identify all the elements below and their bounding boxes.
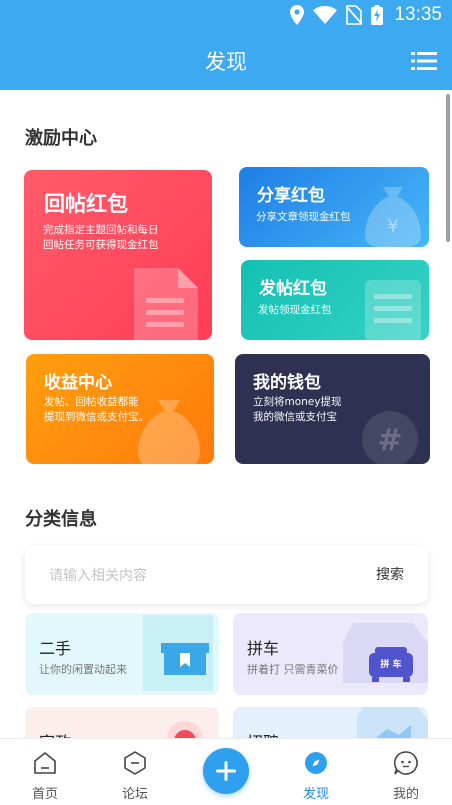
heart-icon (167, 721, 203, 738)
card-desc-line2: 回帖任务可获得现金红包 (43, 239, 159, 251)
carpool-badge: 拼 车 (380, 660, 402, 670)
nav-profile[interactable]: 我的 (361, 739, 451, 805)
card-title: 分享红包 (257, 186, 325, 206)
share-red-packet-card[interactable]: 分享红包 分享文章领现金红包 ¥ (239, 167, 429, 247)
svg-text:¥: ¥ (387, 216, 398, 237)
nav-forum[interactable]: 论坛 (90, 739, 180, 805)
category-title: 二手 (39, 639, 72, 658)
hashtag-bubble-icon: # (362, 411, 418, 464)
search-button[interactable]: 搜索 (376, 564, 404, 584)
app-bar: 发现 (0, 30, 452, 90)
card-title: 收益中心 (44, 373, 112, 393)
location-icon (290, 5, 305, 25)
card-desc-line1: 完成指定主题回帖和每日 (43, 224, 159, 236)
nav-home[interactable]: 首页 (0, 739, 90, 805)
nav-label: 首页 (31, 787, 58, 802)
category-title: 拼车 (247, 639, 280, 658)
box-icon (143, 615, 213, 691)
card-title: 发帖红包 (259, 279, 327, 299)
car-icon (343, 623, 428, 683)
document-icon (365, 280, 421, 340)
status-bar: 13:35 (0, 0, 452, 30)
nav-label: 论坛 (121, 787, 148, 802)
search-box: 搜索 (25, 546, 428, 604)
card-desc: 分享文章领现金红包 (256, 211, 351, 223)
category-second-hand[interactable]: 二手 让你的闲置动起来 (25, 613, 219, 695)
money-bag-yuan-icon: ¥ (365, 187, 421, 247)
nav-discover[interactable]: 发现 (271, 739, 361, 805)
card-desc: 发帖领现金红包 (258, 304, 332, 316)
money-bag-icon (138, 400, 200, 464)
wifi-icon (313, 6, 338, 24)
category-title: 招聘 (247, 729, 279, 738)
category-recruitment[interactable]: 招聘 (233, 707, 428, 738)
category-section-title: 分类信息 (25, 509, 97, 530)
income-center-card[interactable]: 收益中心 发帖、回帖收益都能 提现到微信或支付宝。 (26, 354, 214, 464)
briefcase-icon (357, 707, 428, 738)
category-carpool[interactable]: 拼车 拼着打 只需青菜价 拼 车 (233, 613, 428, 695)
page-title: 发现 (205, 50, 247, 74)
svg-text:#: # (377, 423, 402, 458)
forum-icon (124, 751, 146, 775)
nav-label: 我的 (392, 787, 419, 802)
status-time: 13:35 (394, 4, 442, 25)
status-icons: 13:35 (290, 4, 442, 26)
card-desc-line1: 立刻将money提现 (253, 396, 342, 408)
incentive-section-title: 激励中心 (25, 128, 97, 149)
post-red-packet-card[interactable]: 发帖红包 发帖领现金红包 (241, 260, 429, 340)
card-desc-line2: 我的微信或支付宝 (253, 411, 337, 423)
my-wallet-card[interactable]: 我的钱包 立刻将money提现 我的微信或支付宝 # (235, 354, 430, 464)
document-icon (134, 268, 198, 340)
category-housekeeping[interactable]: 家政 (25, 707, 219, 738)
search-input[interactable] (49, 565, 349, 587)
card-desc-line1: 发帖、回帖收益都能 (44, 396, 139, 408)
discover-icon (305, 752, 327, 774)
card-desc-line2: 提现到微信或支付宝。 (44, 411, 149, 423)
list-menu-icon[interactable] (411, 50, 437, 72)
card-title: 我的钱包 (253, 373, 321, 393)
bottom-nav: 首页 论坛 发现 我的 (0, 738, 452, 805)
publish-plus-button[interactable] (203, 748, 249, 794)
battery-charging-icon (371, 5, 384, 25)
scrollbar[interactable] (446, 94, 450, 242)
category-desc: 拼着打 只需青菜价 (247, 663, 339, 676)
profile-icon (394, 751, 418, 775)
plus-icon (216, 761, 236, 781)
card-title: 回帖红包 (44, 192, 128, 216)
no-sim-icon (346, 5, 363, 25)
category-desc: 让你的闲置动起来 (39, 663, 127, 676)
nav-label: 发现 (302, 787, 329, 802)
reply-red-packet-card[interactable]: 回帖红包 完成指定主题回帖和每日 回帖任务可获得现金红包 (24, 170, 212, 340)
category-title: 家政 (39, 729, 71, 738)
discover-content[interactable]: 激励中心 回帖红包 完成指定主题回帖和每日 回帖任务可获得现金红包 分享红包 分… (0, 90, 452, 738)
home-icon (34, 752, 56, 774)
